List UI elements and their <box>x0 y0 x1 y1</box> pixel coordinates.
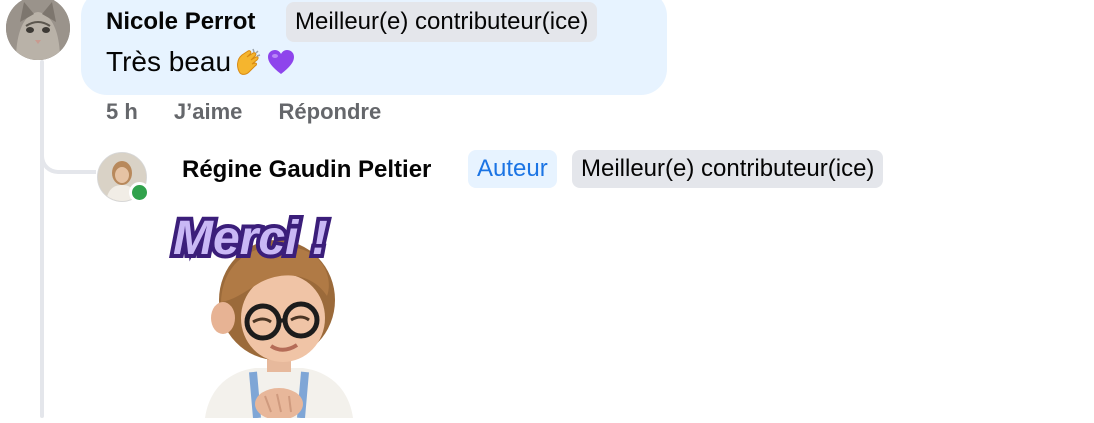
comment-text-content: Très beau <box>106 46 232 77</box>
reply-connector-line <box>40 120 96 174</box>
memoji-sticker-icon: Merci ! Merci ! <box>169 208 353 420</box>
comment-text: Très beau <box>106 44 297 80</box>
top-contributor-badge[interactable]: Meilleur(e) contributeur(ice) <box>572 150 884 188</box>
reply-button[interactable]: Répondre <box>279 99 382 124</box>
purple-heart-icon <box>265 46 297 78</box>
comment-actions: 5 h J’aime Répondre <box>106 98 411 126</box>
reply-author-name[interactable]: Régine Gaudin Peltier <box>182 156 431 184</box>
comment-author-name[interactable]: Nicole Perrot <box>106 8 255 36</box>
sticker-text: Merci ! <box>173 212 328 265</box>
clapping-hands-icon <box>232 46 264 78</box>
like-button[interactable]: J’aime <box>174 99 243 124</box>
comment-timestamp[interactable]: 5 h <box>106 99 138 124</box>
thread-line <box>40 60 44 418</box>
cat-avatar-icon <box>6 0 70 60</box>
top-contributor-badge[interactable]: Meilleur(e) contributeur(ice) <box>286 2 598 42</box>
avatar[interactable] <box>6 0 70 60</box>
author-badge[interactable]: Auteur <box>468 150 557 188</box>
merci-sticker[interactable]: Merci ! Merci ! <box>165 200 395 420</box>
online-status-indicator <box>129 182 150 203</box>
